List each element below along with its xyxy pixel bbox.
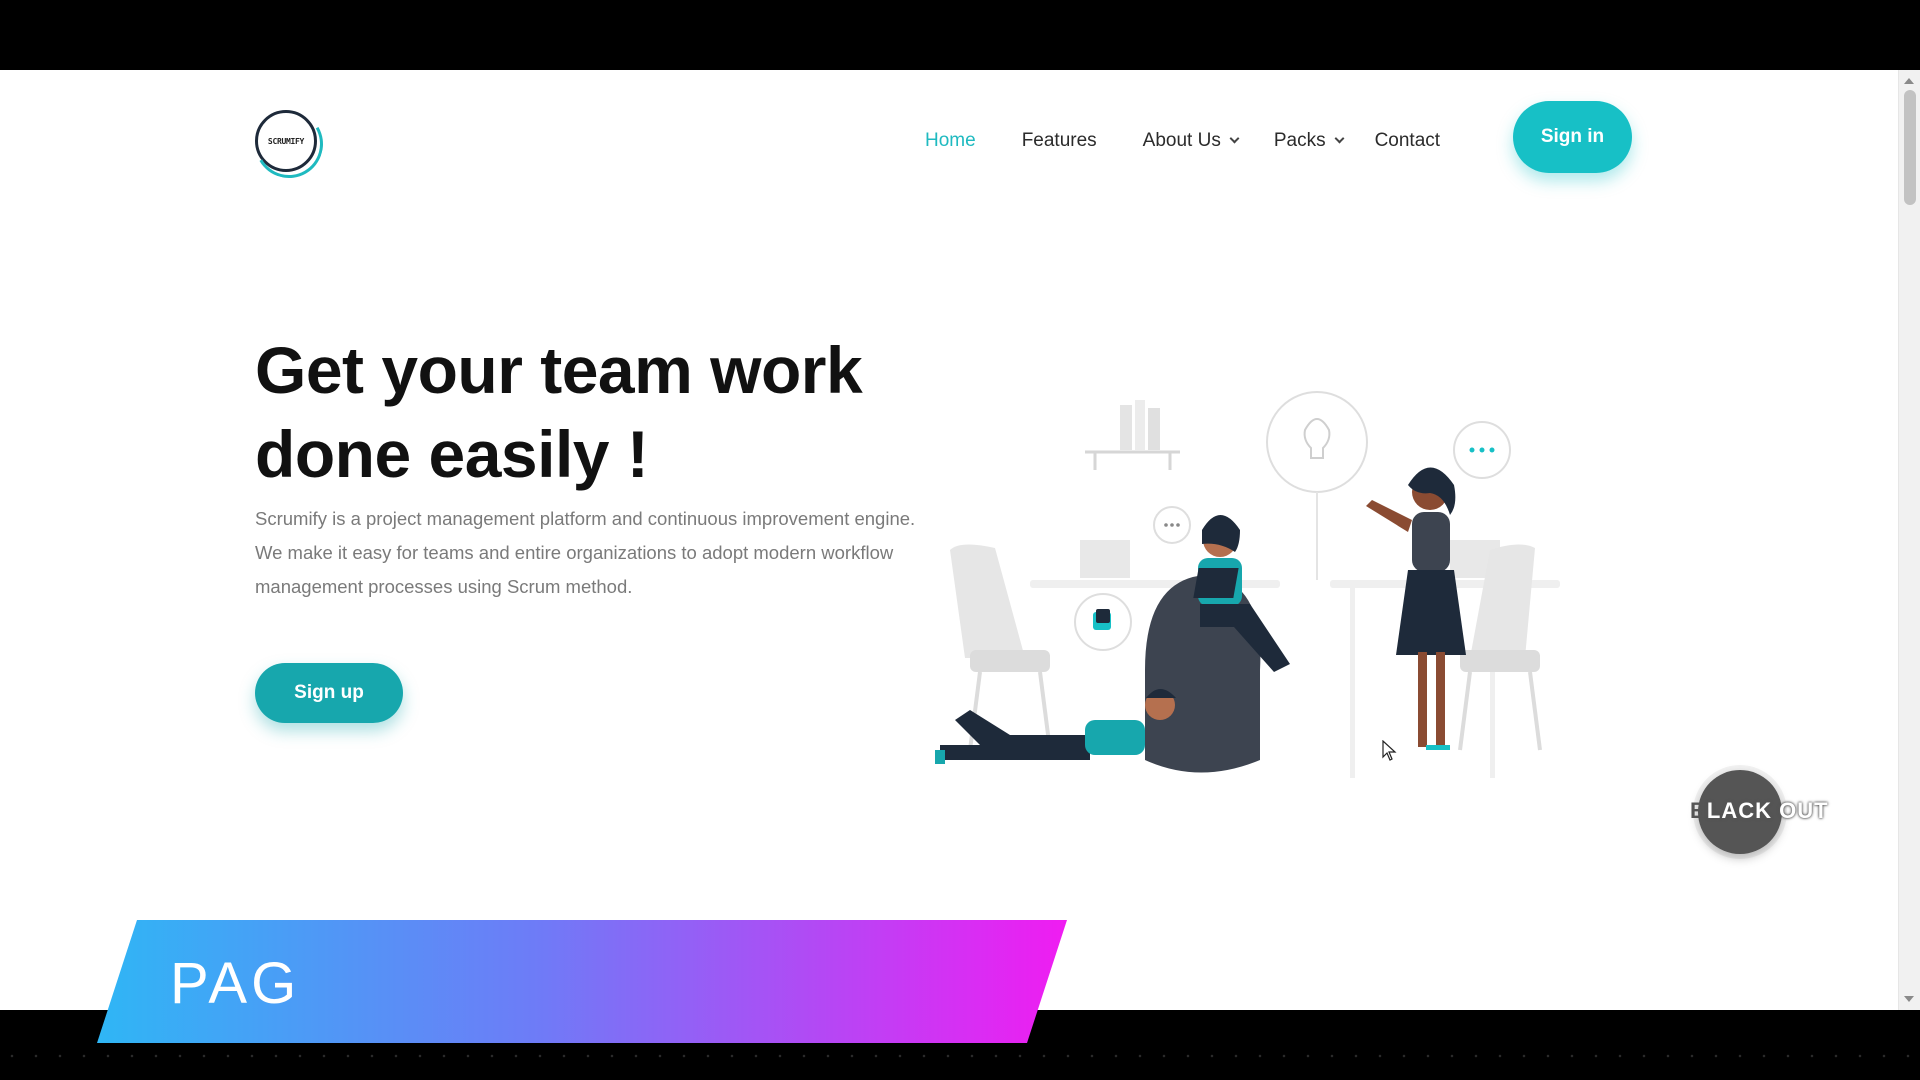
woman-standing-graphic	[1366, 467, 1466, 750]
browser-viewport: SCRUMIFY Home Features About Us Packs Co…	[0, 70, 1920, 1010]
chevron-down-icon	[1229, 133, 1240, 144]
nav-label: Home	[925, 130, 976, 151]
watermark-text: BLACK OUT	[1690, 798, 1829, 824]
chevron-down-icon	[1334, 133, 1345, 144]
scroll-down-arrow[interactable]	[1904, 996, 1914, 1002]
nav-item-contact[interactable]: Contact	[1375, 130, 1440, 152]
scroll-thumb[interactable]	[1904, 90, 1916, 205]
nav-item-packs[interactable]: Packs	[1273, 130, 1345, 152]
hero-title-line-1: Get your team work	[255, 333, 863, 407]
nav-label: Features	[1021, 130, 1097, 151]
watermark-text-a: B	[1690, 798, 1707, 823]
sign-in-button[interactable]: Sign in	[1513, 101, 1632, 173]
blackout-watermark: BLACK OUT	[1690, 770, 1840, 866]
banner-text: PAG	[170, 951, 301, 1016]
cursor-icon	[1382, 740, 1397, 761]
lightbulb-icon	[1266, 391, 1368, 580]
nav-label: Contact	[1374, 130, 1441, 151]
woman-with-laptop-graphic	[1145, 515, 1290, 773]
video-letterbox-top	[0, 0, 1920, 70]
nav-label: Packs	[1273, 130, 1326, 151]
scroll-up-arrow[interactable]	[1904, 78, 1914, 84]
scrumify-logo[interactable]: SCRUMIFY	[255, 110, 317, 172]
hero-title-line-2: done easily !	[255, 417, 649, 491]
logo-text: SCRUMIFY	[267, 136, 305, 146]
sign-up-button[interactable]: Sign up	[255, 663, 403, 723]
vertical-scrollbar[interactable]	[1898, 70, 1920, 1010]
hero-description: Scrumify is a project management platfor…	[255, 508, 916, 597]
nav-item-home[interactable]: Home	[925, 130, 976, 152]
bottom-dots-decoration	[0, 1054, 1920, 1058]
man-lying-graphic	[935, 689, 1176, 764]
nav-item-about-us[interactable]: About Us	[1142, 130, 1240, 152]
bookshelf-graphic	[1085, 400, 1180, 470]
hero-title: Get your team work done easily !	[255, 328, 955, 496]
nav-item-features[interactable]: Features	[1022, 130, 1097, 152]
nav-label: About Us	[1142, 130, 1221, 151]
watermark-text-b: LACK OUT	[1706, 798, 1829, 823]
main-nav: Home Features About Us Packs Contact	[925, 128, 1486, 154]
team-illustration	[935, 391, 1560, 778]
